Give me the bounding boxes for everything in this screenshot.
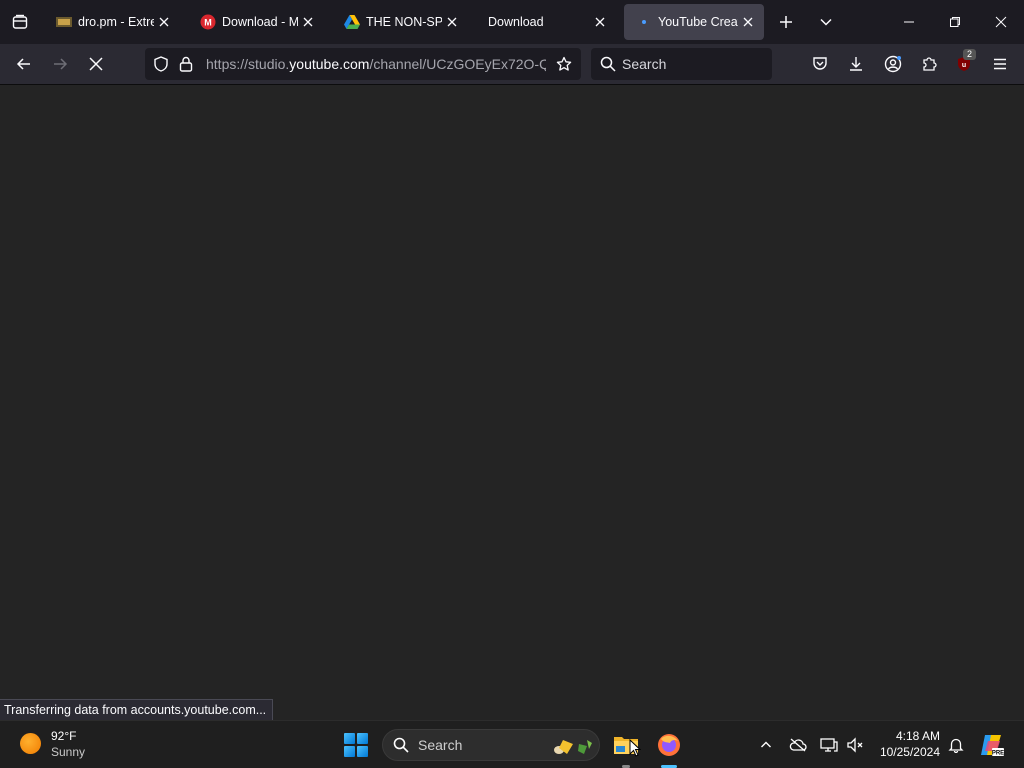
page-content-area[interactable] bbox=[0, 85, 1024, 720]
firefox-view-icon bbox=[12, 14, 28, 29]
tab-title: Download bbox=[488, 15, 544, 29]
search-icon bbox=[600, 56, 616, 72]
close-window-button[interactable] bbox=[978, 0, 1024, 44]
close-tab-icon[interactable] bbox=[444, 14, 460, 30]
url-path: /channel/UCzGOEyEx72O-Ql bbox=[369, 56, 546, 72]
windows-logo-tile bbox=[344, 733, 355, 744]
firefox-taskbar-button[interactable] bbox=[655, 731, 683, 759]
close-tab-icon[interactable] bbox=[156, 14, 172, 30]
tab-dro-pm[interactable]: dro.pm - Extrem bbox=[44, 4, 180, 40]
stop-icon bbox=[89, 57, 103, 71]
dro-pm-icon bbox=[56, 14, 72, 30]
restore-button[interactable] bbox=[932, 0, 978, 44]
navigation-toolbar: https://studio.youtube.com/channel/UCzGO… bbox=[0, 44, 1024, 85]
windows-logo-tile bbox=[357, 733, 368, 744]
windows-logo-tile bbox=[344, 746, 355, 757]
url-text[interactable]: https://studio.youtube.com/channel/UCzGO… bbox=[206, 56, 546, 72]
close-icon bbox=[995, 16, 1007, 28]
svg-text:u: u bbox=[962, 62, 966, 69]
onedrive-tray-button[interactable] bbox=[786, 733, 810, 757]
stop-loading-button[interactable] bbox=[82, 50, 110, 78]
tab-bar: dro.pm - Extrem M Download - MEG THE NON… bbox=[0, 0, 1024, 44]
restore-icon bbox=[950, 17, 960, 27]
pocket-icon bbox=[813, 57, 827, 70]
tracking-protection-shield-icon[interactable] bbox=[153, 56, 169, 72]
cloud-off-icon bbox=[789, 738, 807, 752]
windows-taskbar: 92°F Sunny Search 4:18 AM 10/25/2024 PRE bbox=[0, 720, 1024, 768]
downloads-button[interactable] bbox=[842, 50, 870, 78]
url-bar[interactable]: https://studio.youtube.com/channel/UCzGO… bbox=[145, 48, 581, 80]
svg-text:M: M bbox=[204, 18, 212, 28]
tab-title: Download - MEG bbox=[222, 15, 298, 29]
hamburger-menu-icon bbox=[994, 58, 1006, 70]
back-button[interactable] bbox=[10, 50, 38, 78]
status-panel: Transferring data from accounts.youtube.… bbox=[0, 699, 274, 721]
tab-youtube-studio[interactable]: YouTube Creato bbox=[624, 4, 764, 40]
mega-icon: M bbox=[200, 14, 216, 30]
tab-google-drive[interactable]: THE NON-SPAM bbox=[332, 4, 468, 40]
close-tab-icon[interactable] bbox=[300, 14, 316, 30]
clock-time: 4:18 AM bbox=[895, 729, 940, 743]
search-bar[interactable]: Search bbox=[591, 48, 772, 80]
mouse-cursor-icon bbox=[629, 739, 641, 757]
youtube-loading-icon bbox=[636, 14, 652, 30]
url-prefix: https://studio. bbox=[206, 56, 290, 72]
windows-logo-tile bbox=[357, 746, 368, 757]
puzzle-piece-icon bbox=[923, 57, 937, 71]
search-icon bbox=[393, 737, 409, 753]
chevron-up-icon bbox=[761, 741, 771, 748]
ublock-badge: 2 bbox=[963, 49, 976, 60]
list-all-tabs-button[interactable] bbox=[806, 0, 846, 44]
close-tab-icon[interactable] bbox=[592, 14, 608, 30]
extensions-button[interactable] bbox=[915, 50, 943, 78]
weather-temp: 92°F bbox=[51, 729, 77, 743]
minimize-button[interactable] bbox=[886, 0, 932, 44]
pocket-button[interactable] bbox=[806, 50, 834, 78]
account-icon bbox=[884, 55, 902, 73]
copilot-icon: PRE bbox=[981, 735, 1004, 757]
start-button[interactable] bbox=[344, 733, 368, 757]
clock-date: 10/25/2024 bbox=[879, 745, 940, 759]
tab-title: THE NON-SPAM bbox=[366, 15, 442, 29]
sun-icon bbox=[20, 733, 41, 754]
svg-text:PRE: PRE bbox=[992, 751, 1004, 757]
notifications-button[interactable] bbox=[944, 733, 968, 757]
search-placeholder: Search bbox=[622, 56, 667, 72]
firefox-view-button[interactable] bbox=[0, 0, 40, 44]
download-icon bbox=[850, 57, 862, 71]
tab-title: YouTube Creato bbox=[658, 15, 738, 29]
chevron-down-icon bbox=[820, 18, 832, 26]
forward-button[interactable] bbox=[46, 50, 74, 78]
url-host: youtube.com bbox=[289, 56, 370, 72]
minimize-icon bbox=[904, 21, 914, 23]
google-drive-icon bbox=[344, 14, 360, 30]
arrow-right-icon bbox=[54, 58, 68, 70]
network-tray-button[interactable] bbox=[817, 733, 841, 757]
search-highlight-icon bbox=[554, 740, 592, 754]
arrow-left-icon bbox=[16, 58, 30, 70]
taskbar-search[interactable]: Search bbox=[382, 729, 600, 761]
tab-download[interactable]: Download bbox=[476, 4, 616, 40]
account-button[interactable] bbox=[879, 50, 907, 78]
application-menu-button[interactable] bbox=[986, 50, 1014, 78]
bookmark-star-icon[interactable] bbox=[556, 56, 572, 72]
bell-icon bbox=[948, 738, 964, 753]
lock-icon[interactable] bbox=[179, 56, 193, 72]
new-tab-button[interactable] bbox=[766, 0, 806, 44]
weather-condition: Sunny bbox=[51, 745, 86, 759]
plus-icon bbox=[780, 16, 792, 28]
show-hidden-icons-button[interactable] bbox=[754, 733, 778, 757]
tab-mega[interactable]: M Download - MEG bbox=[188, 4, 324, 40]
taskbar-search-placeholder: Search bbox=[418, 737, 463, 753]
tab-title: dro.pm - Extrem bbox=[78, 15, 154, 29]
firefox-icon bbox=[658, 734, 680, 756]
close-tab-icon[interactable] bbox=[740, 14, 756, 30]
copilot-button[interactable]: PRE bbox=[978, 731, 1006, 759]
monitor-network-icon bbox=[820, 738, 838, 752]
